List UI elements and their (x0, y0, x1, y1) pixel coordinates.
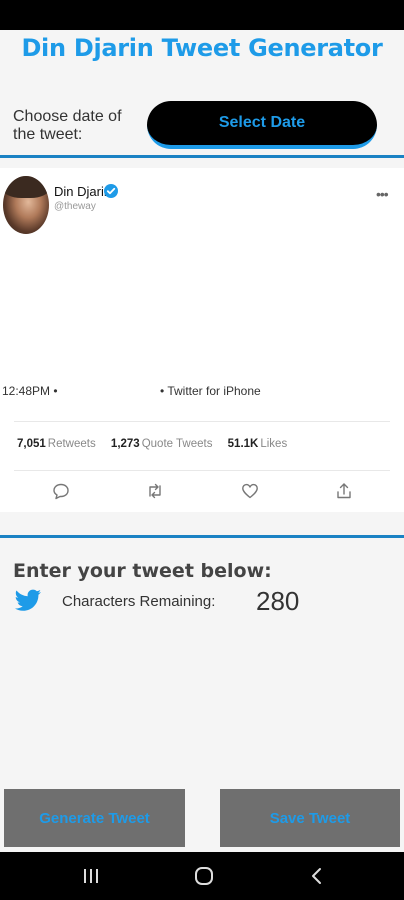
top-divider (0, 155, 404, 158)
retweet-icon[interactable] (146, 482, 164, 500)
back-icon[interactable] (306, 866, 328, 886)
retweet-count: 7,051 (17, 438, 46, 450)
generate-tweet-button[interactable]: Generate Tweet (4, 789, 185, 847)
bottom-divider (0, 535, 404, 538)
like-count: 51.1K (227, 438, 259, 450)
tweet-preview-card: Din Djarin @theway ••• 12:48PM • • Twitt… (0, 168, 404, 512)
tweet-user-handle: @theway (54, 201, 96, 212)
quote-tweet-label: Quote Tweets (141, 438, 213, 450)
home-icon[interactable] (193, 866, 215, 886)
android-nav-bar (0, 852, 404, 900)
tweet-user-name: Din Djarin (54, 184, 112, 199)
tweet-source: • Twitter for iPhone (160, 384, 261, 398)
recent-apps-icon[interactable] (80, 866, 102, 886)
date-label: Choose date of the tweet: (13, 108, 122, 143)
more-options-icon[interactable]: ••• (376, 186, 389, 202)
select-date-button[interactable]: Select Date (147, 101, 377, 149)
save-tweet-button[interactable]: Save Tweet (220, 789, 400, 847)
twitter-bird-icon (14, 589, 42, 611)
stats-divider-top (14, 421, 390, 422)
reply-icon[interactable] (52, 482, 70, 500)
like-icon[interactable] (241, 482, 259, 500)
quote-tweet-count: 1,273 (110, 438, 140, 450)
app-title: Din Djarin Tweet Generator (21, 34, 383, 62)
avatar (3, 176, 49, 234)
composer-heading: Enter your tweet below: (13, 560, 272, 582)
tweet-time: 12:48PM • (2, 384, 58, 398)
verified-badge-icon (104, 184, 118, 198)
share-icon[interactable] (335, 482, 353, 500)
status-bar (0, 0, 404, 30)
retweet-label: Retweets (47, 438, 96, 450)
characters-remaining-count: 280 (256, 586, 300, 616)
tweet-stats: 7,051 Retweets 1,273 Quote Tweets 51.1K Lik… (17, 438, 299, 450)
characters-remaining-label: Characters Remaining: (62, 593, 216, 610)
like-label: Likes (260, 438, 288, 450)
stats-divider-bottom (14, 470, 390, 471)
